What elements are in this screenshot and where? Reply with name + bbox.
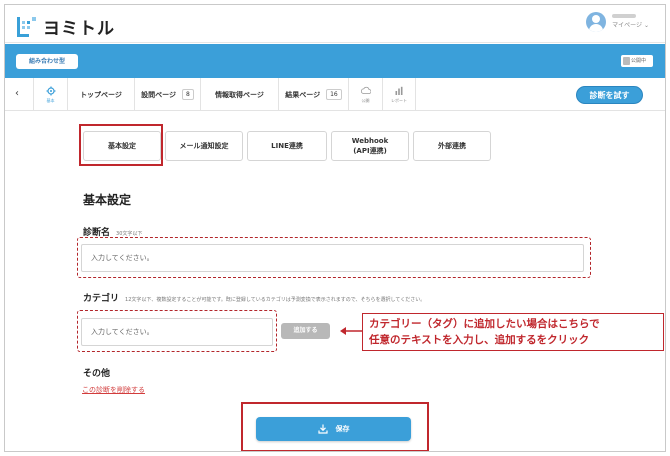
combination-type-button[interactable]: 組み合わせ型 (16, 54, 78, 69)
gear-icon (46, 86, 55, 95)
annotation-callout: カテゴリー（タグ）に追加したい場合はこちらで 任意のテキストを入力し、追加するを… (362, 313, 664, 351)
delete-diagnosis-link[interactable]: この診断を削除する (82, 385, 145, 395)
cloud-icon (360, 86, 371, 94)
nav-settings[interactable]: 基本 (33, 78, 67, 111)
logo-text: ヨミトル (43, 19, 115, 39)
nav-result-page[interactable]: 結果ページ 16 (278, 78, 348, 111)
nav-top-page[interactable]: トップページ (67, 78, 134, 111)
tab-external[interactable]: 外部連携 (413, 131, 491, 161)
bar-chart-icon (395, 86, 403, 95)
logo-mark-icon (17, 16, 39, 37)
nav-publish[interactable]: 公開 (348, 78, 382, 111)
tab-webhook[interactable]: Webhook (API連携) (331, 131, 409, 161)
highlight-box-tab (79, 124, 163, 166)
back-chevron-icon[interactable]: ‹ (15, 88, 19, 99)
logo[interactable]: ヨミトル (17, 14, 115, 39)
tab-mail-notification[interactable]: メール通知設定 (165, 131, 243, 161)
field-note: 12文字以下、複数設定することが可能です。既に登録しているカテゴリは予測変換で表… (125, 297, 426, 303)
nav-report[interactable]: レポート (382, 78, 416, 111)
highlight-box-category (77, 310, 277, 352)
other-label: その他 (83, 369, 111, 379)
category-label: カテゴリ 12文字以下、複数設定することが可能です。既に登録しているカテゴリは予測… (83, 294, 426, 304)
count-badge: 16 (326, 89, 342, 100)
mypage-link: マイページ ⌄ (612, 22, 649, 29)
highlight-box-save (241, 402, 429, 451)
avatar-icon (586, 12, 607, 32)
nav-question-page[interactable]: 設問ページ 8 (134, 78, 200, 111)
arrow-left-icon (340, 327, 362, 335)
try-diagnosis-button[interactable]: 診断を試す (576, 86, 643, 104)
callout-line-1: カテゴリー（タグ）に追加したい場合はこちらで (369, 318, 600, 330)
user-name-redacted (612, 14, 637, 18)
app-window: ヨミトル マイページ ⌄ 組み合わせ型 公開中 ‹ 基本 トップページ 設問ペー… (4, 4, 666, 452)
highlight-box-name (77, 237, 591, 278)
callout-line-2: 任意のテキストを入力し、追加するをクリック (369, 334, 590, 346)
count-badge: 8 (182, 89, 194, 100)
tab-line[interactable]: LINE連携 (247, 131, 327, 161)
user-menu[interactable]: マイページ ⌄ (586, 12, 649, 32)
nav-settings-caption: 基本 (46, 97, 55, 103)
publish-toggle[interactable]: 公開中 (621, 55, 653, 67)
nav-info-page[interactable]: 情報取得ページ (200, 78, 278, 111)
top-header: ヨミトル マイページ ⌄ (5, 5, 665, 43)
add-category-button[interactable]: 追加する (281, 323, 330, 339)
blue-toolbar: 組み合わせ型 公開中 (5, 44, 665, 78)
page-nav: ‹ 基本 トップページ 設問ページ 8 情報取得ページ 結果ページ 16 公開 … (5, 78, 665, 111)
section-title: 基本設定 (83, 193, 132, 207)
